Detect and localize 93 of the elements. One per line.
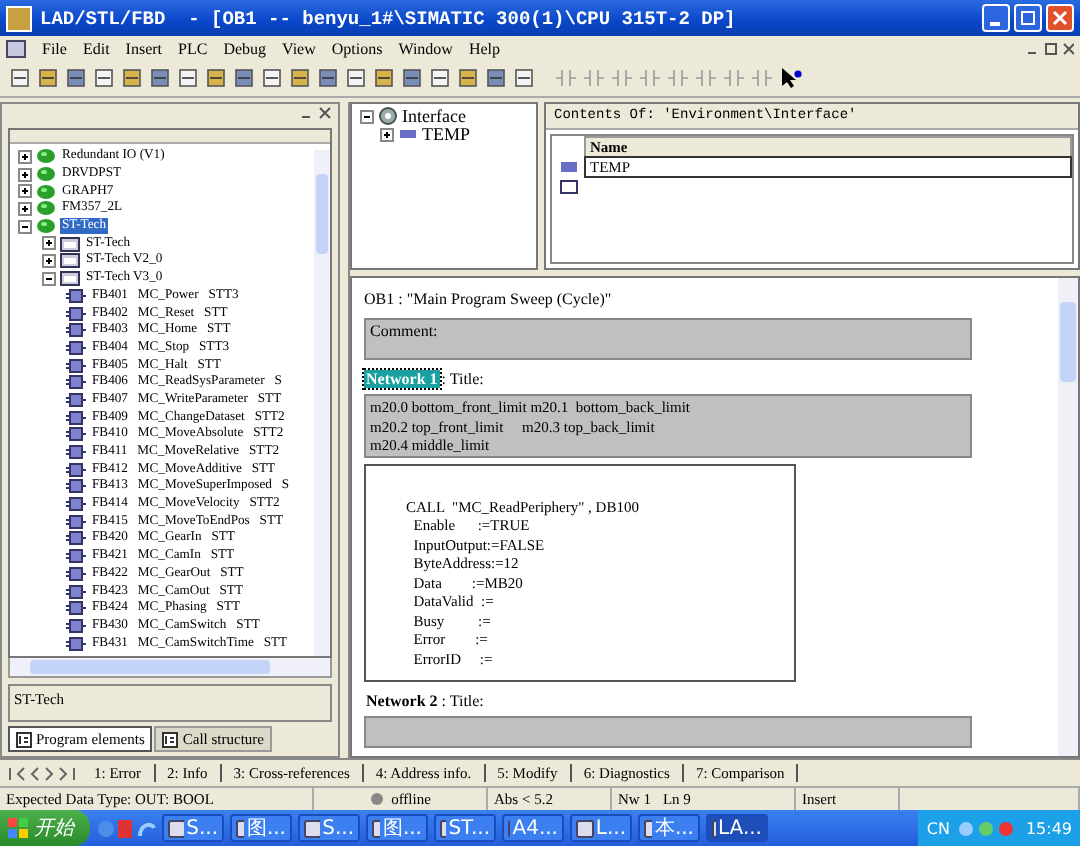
library-icon — [36, 166, 56, 183]
library-icon — [36, 148, 56, 165]
application-icon — [372, 819, 381, 837]
variable-icon — [398, 126, 418, 143]
function-block-icon — [66, 391, 86, 408]
function-block-icon — [66, 305, 86, 322]
application-icon — [576, 819, 594, 837]
menu-item[interactable]: Help — [468, 39, 501, 57]
application-icon — [236, 819, 245, 837]
function-block-icon — [66, 548, 86, 565]
function-block-icon — [66, 426, 86, 443]
taskbar-button[interactable]: S... — [298, 814, 360, 842]
comment-label: Comment: — [370, 322, 438, 340]
function-block-icon — [66, 339, 86, 356]
application-icon — [168, 819, 185, 837]
expander-icon[interactable] — [18, 167, 32, 182]
function-block-icon — [66, 513, 86, 530]
menu-item[interactable]: PLC — [178, 39, 208, 57]
tray-icons[interactable] — [957, 819, 1018, 837]
function-block-icon — [66, 496, 86, 513]
menu-item[interactable]: File — [42, 39, 67, 57]
clock: 15:49 — [1025, 819, 1072, 837]
menu-item[interactable]: Insert — [125, 39, 163, 57]
expander-icon[interactable] — [380, 127, 394, 142]
maximize-icon — [1020, 10, 1036, 26]
windows-logo-icon — [8, 818, 28, 838]
expander-icon[interactable] — [18, 219, 32, 234]
function-block-icon — [66, 322, 86, 339]
document-icon — [6, 39, 26, 57]
function-block-icon — [66, 287, 86, 304]
taskbar-button[interactable]: A4... — [502, 814, 564, 842]
taskbar-button[interactable]: 本... — [638, 814, 700, 842]
function-block-icon — [66, 600, 86, 617]
function-block-icon — [66, 565, 86, 582]
function-block-icon — [66, 444, 86, 461]
expander-icon[interactable] — [18, 201, 32, 216]
expander-icon[interactable] — [360, 109, 374, 124]
function-block-icon — [66, 357, 86, 374]
taskbar-button[interactable]: LA... — [706, 814, 768, 842]
function-block-icon — [66, 530, 86, 547]
window-title: LAD/STL/FBD - [OB1 -- benyu_1#\SIMATIC 300(1)\CPU 315T-2 DP] — [40, 7, 736, 29]
quick-launch-icons[interactable] — [96, 817, 156, 839]
variable-icon — [559, 159, 577, 173]
menu-item[interactable]: Edit — [82, 39, 110, 57]
expander-icon[interactable] — [18, 184, 32, 199]
taskbar-button[interactable]: ST... — [434, 814, 496, 842]
library-icon — [36, 218, 56, 235]
application-icon — [304, 819, 321, 837]
menu-item[interactable]: Debug — [223, 39, 267, 57]
tab-icon — [162, 731, 179, 747]
function-block-icon — [66, 617, 86, 634]
library-icon — [36, 200, 56, 217]
taskbar-button[interactable]: 图... — [230, 814, 292, 842]
function-block-icon — [66, 583, 86, 600]
taskbar-button[interactable]: 图... — [366, 814, 428, 842]
network-title: : Title: — [441, 370, 484, 389]
library-icon — [36, 183, 56, 200]
menu-item[interactable]: View — [282, 39, 316, 57]
close-icon — [1052, 10, 1068, 26]
block-title: OB1 : "Main Program Sweep (Cycle)" — [364, 288, 614, 312]
function-block-icon — [66, 409, 86, 426]
minimize-button[interactable] — [982, 4, 1010, 32]
taskbar-button[interactable]: L... — [570, 814, 632, 842]
function-block-icon — [66, 461, 86, 478]
function-block-icon — [66, 374, 86, 391]
application-icon — [644, 819, 653, 837]
help-pointer-icon[interactable] — [776, 65, 802, 91]
maximize-button[interactable] — [1014, 4, 1042, 32]
connection-icon — [369, 792, 384, 806]
tab-navigation-icon[interactable] — [6, 765, 78, 781]
mdi-controls-icon[interactable] — [1026, 41, 1074, 55]
tab-icon — [16, 731, 32, 747]
taskbar-button[interactable]: S... — [162, 814, 224, 842]
horizontal-scrollbar[interactable] — [8, 658, 332, 678]
close-button[interactable] — [1046, 4, 1074, 32]
expander-icon[interactable] — [42, 253, 56, 268]
new-row-icon — [559, 179, 577, 193]
menu-item[interactable]: Window — [398, 39, 453, 57]
expander-icon[interactable] — [18, 149, 32, 164]
expander-icon[interactable] — [42, 236, 56, 251]
network-title: : Title: — [441, 692, 484, 710]
function-block-icon — [66, 635, 86, 652]
network-label[interactable]: Network 2 — [364, 692, 440, 710]
vertical-scrollbar[interactable] — [314, 150, 330, 656]
menu-item[interactable]: Options — [331, 39, 383, 57]
function-block-icon — [66, 478, 86, 495]
app-icon — [6, 5, 32, 31]
vertical-scrollbar[interactable] — [1058, 278, 1078, 756]
application-icon — [440, 819, 447, 837]
expander-icon[interactable] — [42, 271, 56, 286]
tree-item[interactable]: Interface — [402, 106, 466, 127]
comment-box[interactable]: Comment: — [364, 318, 972, 361]
tree-item[interactable]: TEMP — [422, 124, 471, 145]
